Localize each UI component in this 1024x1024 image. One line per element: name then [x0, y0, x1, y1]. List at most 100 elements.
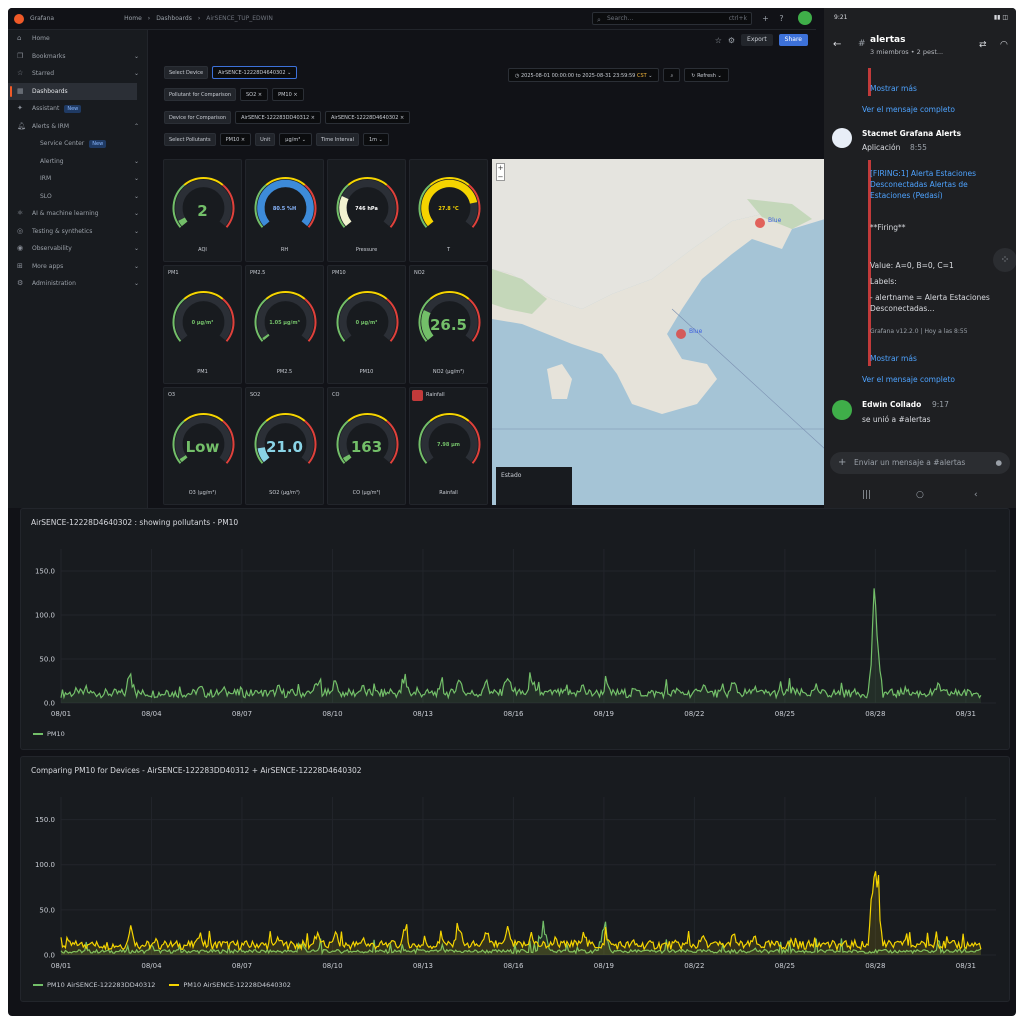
legend-item[interactable]: PM10: [33, 730, 65, 738]
stat-panel-rainfall[interactable]: Rainfall 7.98 µm Rainfall: [409, 387, 488, 505]
zoom-out-button[interactable]: ⌕: [663, 68, 681, 82]
settings-gear-icon[interactable]: ⚙: [728, 36, 735, 45]
plus-icon[interactable]: +: [838, 452, 846, 474]
sidebar-item-starred[interactable]: ☆ Starred ⌄: [8, 65, 147, 83]
back-chevron-icon[interactable]: ‹: [974, 490, 978, 500]
user-avatar[interactable]: [832, 400, 852, 420]
sidebar-item-ai-ml[interactable]: ⚛ AI & machine learning ⌄: [8, 205, 147, 223]
stat-panel-aqi[interactable]: 2 AQI: [163, 159, 242, 262]
select-pollutants-dropdown[interactable]: PM10 ×: [219, 133, 252, 146]
series-line[interactable]: [60, 588, 982, 700]
chevron-down-icon[interactable]: ⌄: [134, 48, 139, 66]
chevron-down-icon[interactable]: ⌄: [134, 153, 139, 171]
unit-dropdown[interactable]: µg/m³ ⌄: [279, 133, 312, 146]
bot-name[interactable]: Stacmet Grafana Alerts: [862, 128, 961, 139]
channel-name[interactable]: alertas: [870, 35, 905, 45]
view-full-message-link[interactable]: Ver el mensaje completo: [862, 105, 955, 114]
help-icon[interactable]: ?: [776, 13, 787, 24]
sidebar-item-slo[interactable]: SLO ⌄: [8, 188, 147, 206]
chevron-down-icon[interactable]: ⌄: [134, 188, 139, 206]
stat-panel-so2-g-m-[interactable]: SO2 21.0 SO2 (µg/m³): [245, 387, 324, 505]
stat-panel-o3-g-m-[interactable]: O3 Low O3 (µg/m³): [163, 387, 242, 505]
map-zoom-controls[interactable]: + −: [496, 163, 505, 181]
stat-panel-co-g-m-[interactable]: CO 163 CO (µg/m³): [327, 387, 406, 505]
recents-icon[interactable]: |||: [862, 490, 871, 500]
message-input[interactable]: + Enviar un mensaje a #alertas ●: [830, 452, 1010, 474]
search-input[interactable]: ⌕ Search... ctrl+k: [592, 12, 752, 25]
threads-icon[interactable]: ⇄: [979, 40, 987, 50]
gauge-value: 80.5 %H: [272, 206, 297, 212]
timeseries-panel-compare[interactable]: Comparing PM10 for Devices - AirSENCE-12…: [20, 756, 1010, 1002]
geomap-panel[interactable]: + − Blue Blue Estado: [492, 159, 825, 505]
stat-panel-pm10[interactable]: PM10 0 µg/m³ PM10: [327, 265, 406, 384]
user-avatar[interactable]: [798, 11, 812, 25]
user-name[interactable]: Edwin Collado: [862, 399, 921, 410]
time-interval-dropdown[interactable]: 1m ⌄: [362, 133, 389, 146]
device-comparison-chip-1[interactable]: AirSENCE-122283DD40312 ×: [235, 111, 321, 124]
mic-icon[interactable]: ●: [995, 452, 1002, 474]
timeseries-panel-pm10[interactable]: AirSENCE-12228D4640302 : showing polluta…: [20, 508, 1010, 750]
stat-panel-pm2-5[interactable]: PM2.5 1.05 µg/m³ PM2.5: [245, 265, 324, 384]
grafana-logo-icon[interactable]: [14, 13, 24, 24]
legend-item[interactable]: PM10 AirSENCE-12228D4640302: [169, 981, 291, 989]
zoom-out-map-button[interactable]: −: [498, 173, 504, 181]
home-circle-icon[interactable]: ○: [916, 490, 924, 500]
export-button[interactable]: Export: [741, 34, 773, 46]
sidebar-item-dashboards[interactable]: ▦ Dashboards: [8, 82, 137, 100]
chevron-down-icon[interactable]: ⌄: [134, 240, 139, 258]
stat-panel-pm1[interactable]: PM1 0 µg/m³ PM1: [163, 265, 242, 384]
chevron-down-icon[interactable]: ⌄: [134, 205, 139, 223]
device-comparison-chip-2[interactable]: AirSENCE-12228D4640302 ×: [324, 111, 411, 124]
sidebar-item-more-apps[interactable]: ⊞ More apps ⌄: [8, 258, 147, 276]
breadcrumb-dashboards[interactable]: Dashboards: [156, 15, 192, 22]
legend-item[interactable]: PM10 AirSENCE-122283DD40312: [33, 981, 155, 989]
series-line[interactable]: [60, 871, 982, 952]
stat-panel-pressure[interactable]: 746 hPa Pressure: [327, 159, 406, 262]
sidebar-item-service-center[interactable]: Service Center New: [8, 135, 147, 153]
refresh-button[interactable]: ↻ Refresh ⌄: [684, 68, 729, 82]
chevron-down-icon[interactable]: ⌄: [134, 258, 139, 276]
show-more-link[interactable]: Mostrar más: [870, 84, 917, 93]
stat-panel-t[interactable]: 27.8 °C T: [409, 159, 488, 262]
chevron-down-icon[interactable]: ⌄: [134, 275, 139, 293]
show-more-link[interactable]: Mostrar más: [870, 354, 917, 363]
floating-action-icon[interactable]: ⁘: [993, 248, 1016, 272]
chevron-down-icon[interactable]: ⌄: [134, 65, 139, 83]
sidebar-item-administration[interactable]: ⚙ Administration ⌄: [8, 275, 147, 293]
gauge-fill: [262, 333, 270, 341]
headphones-icon[interactable]: ◠: [1000, 40, 1008, 50]
star-icon[interactable]: ☆: [715, 36, 722, 45]
pollutant-comparison-chip-pm10[interactable]: PM10 ×: [272, 88, 304, 101]
sidebar-item-home[interactable]: ⌂ Home: [8, 30, 147, 48]
new-badge: New: [64, 105, 82, 113]
sidebar-item-assistant[interactable]: ✦ Assistant New: [8, 100, 147, 118]
select-device-dropdown[interactable]: AirSENCE-12228D4640302 ⌄: [212, 66, 298, 79]
pollutant-comparison-chip-so2[interactable]: SO2 ×: [240, 88, 269, 101]
zoom-in-button[interactable]: +: [498, 164, 504, 172]
timeseries-chart-compare[interactable]: 0.0 50.0 100.0 150.0 08/01 08/04 08/07 08/10 08/…: [21, 757, 1011, 1003]
sidebar-item-observability[interactable]: ◉ Observability ⌄: [8, 240, 147, 258]
chevron-down-icon[interactable]: ⌄: [134, 170, 139, 188]
sidebar-item-bookmarks[interactable]: ❐ Bookmarks ⌄: [8, 48, 147, 66]
chevron-up-icon[interactable]: ⌃: [134, 118, 139, 136]
sidebar-item-irm[interactable]: IRM ⌄: [8, 170, 147, 188]
stat-panel-rh[interactable]: 80.5 %H RH: [245, 159, 324, 262]
chevron-down-icon[interactable]: ⌄: [134, 223, 139, 241]
x-tick-label: 08/01: [51, 962, 71, 970]
bot-avatar[interactable]: [832, 128, 852, 148]
view-full-message-link[interactable]: Ver el mensaje completo: [862, 375, 955, 384]
plus-icon[interactable]: +: [760, 13, 771, 24]
time-range-picker[interactable]: ◷ 2025-08-01 00:00:00 to 2025-08-31 23:5…: [508, 68, 660, 82]
timeseries-chart-pm10[interactable]: 0.0 50.0 100.0 150.0 08/01 08/04 08/07 08/10 08/…: [21, 509, 1011, 751]
testing-icon: ◎: [17, 226, 24, 235]
sidebar-item-alerts-irm[interactable]: 🔔︎ Alerts & IRM ⌃: [8, 118, 147, 136]
sidebar-item-testing[interactable]: ◎ Testing & synthetics ⌄: [8, 223, 147, 241]
stat-panel-no2-g-m-[interactable]: NO2 26.5 NO2 (µg/m³): [409, 265, 488, 384]
breadcrumb-home[interactable]: Home: [124, 15, 142, 22]
alert-title-link[interactable]: [FIRING:1] Alerta Estaciones Desconectad…: [870, 168, 1010, 201]
back-arrow-icon[interactable]: ←: [833, 39, 841, 50]
sidebar-item-alerting[interactable]: Alerting ⌄: [8, 153, 147, 171]
map-canvas[interactable]: [492, 159, 825, 505]
share-button[interactable]: Share: [778, 34, 808, 46]
x-tick-label: 08/04: [141, 710, 162, 718]
